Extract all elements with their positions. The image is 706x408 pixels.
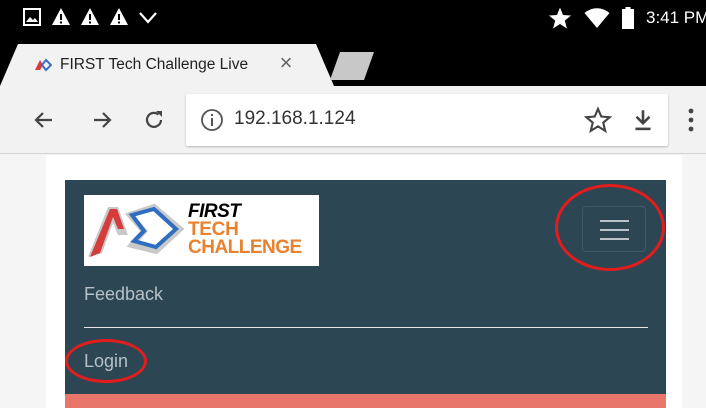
logo-text-challenge: CHALLENGE: [188, 237, 302, 258]
clock-text: 3:41 PM: [646, 8, 706, 27]
system-icons: 3:41 PM: [548, 6, 706, 30]
image-icon: [23, 8, 41, 26]
info-icon[interactable]: [200, 108, 224, 132]
nav-divider: [84, 327, 648, 328]
ftc-logo-mark-icon: [88, 203, 184, 257]
nav-link-login[interactable]: Login: [84, 351, 128, 372]
ftc-favicon-icon: [35, 58, 52, 72]
warning-icon: [110, 8, 128, 25]
android-screen: 3:41 PM FIRST Tech Challenge Live × 192.…: [0, 0, 706, 408]
url-text[interactable]: 192.168.1.124: [234, 108, 356, 130]
check-icon: [139, 12, 157, 24]
tab-close-icon[interactable]: ×: [276, 52, 296, 74]
navbar-bottom-strip: [65, 394, 666, 408]
navbar-toggle-button[interactable]: [582, 206, 646, 252]
bookmark-star-icon[interactable]: [584, 106, 612, 134]
reload-icon[interactable]: [140, 106, 168, 134]
wifi-icon: [584, 8, 610, 28]
browser-toolbar: 192.168.1.124: [0, 86, 706, 154]
star-icon: [549, 7, 571, 29]
warning-icon: [52, 8, 70, 25]
warning-icon: [81, 8, 99, 25]
tab-title: FIRST Tech Challenge Live: [60, 56, 249, 73]
ftc-logo[interactable]: FIRST TECH CHALLENGE: [84, 195, 319, 266]
nav-link-feedback[interactable]: Feedback: [84, 284, 163, 305]
battery-icon: [622, 7, 634, 29]
back-arrow-icon[interactable]: [30, 106, 58, 134]
browser-tab-active[interactable]: FIRST Tech Challenge Live ×: [0, 44, 334, 86]
forward-arrow-icon[interactable]: [88, 106, 116, 134]
more-menu-icon[interactable]: [684, 106, 698, 134]
new-tab-button[interactable]: [330, 52, 374, 80]
download-icon[interactable]: [630, 106, 656, 134]
address-bar[interactable]: 192.168.1.124: [186, 94, 668, 146]
hamburger-icon: [600, 220, 629, 222]
status-bar: 3:41 PM: [0, 0, 706, 36]
tab-strip: FIRST Tech Challenge Live ×: [0, 36, 706, 86]
notification-icons: [22, 7, 158, 27]
